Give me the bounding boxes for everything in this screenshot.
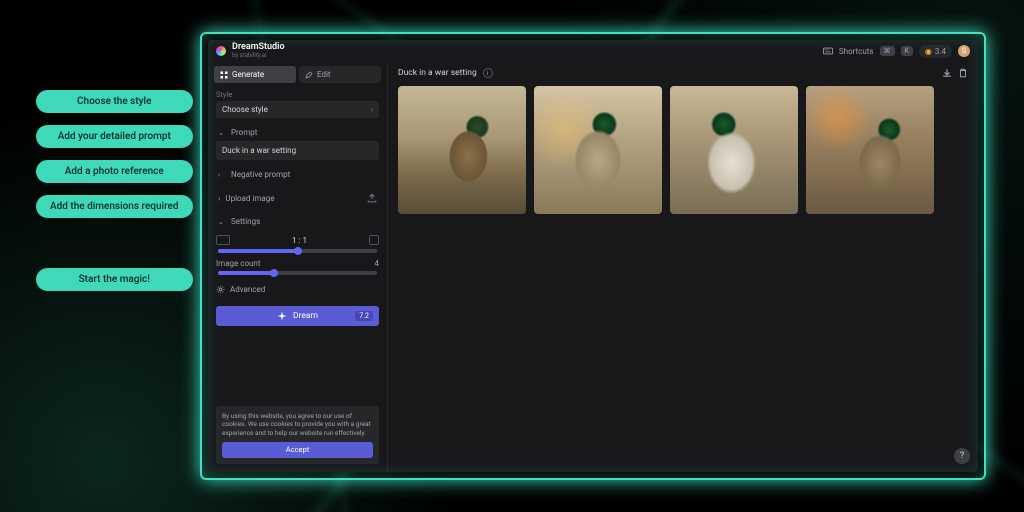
upload-icon[interactable] [367, 193, 377, 203]
chevron-down-icon: ⌄ [218, 218, 226, 226]
generated-image[interactable] [670, 86, 798, 214]
credits-value: 3.4 [935, 47, 946, 56]
callout-start: Start the magic! [36, 268, 193, 291]
callout-dimensions: Add the dimensions required [36, 195, 193, 218]
chevron-right-icon: › [218, 194, 220, 203]
settings-label: Settings [231, 217, 260, 226]
ratio-value: 1 : 1 [236, 236, 363, 245]
edit-icon [305, 71, 313, 79]
cookie-accept-button[interactable]: Accept [222, 442, 373, 458]
generated-image[interactable] [806, 86, 934, 214]
chevron-right-icon: › [218, 171, 226, 179]
image-count-slider[interactable] [218, 271, 377, 275]
shortcut-key: K [901, 46, 913, 56]
image-count-row: Image count 4 [216, 259, 379, 268]
cookie-banner: By using this website, you agree to our … [216, 406, 379, 464]
negative-section: › Negative prompt [208, 163, 387, 186]
content-header: Duck in a war setting i [398, 68, 968, 78]
result-prompt-title: Duck in a war setting [398, 68, 477, 78]
style-value: Choose style [222, 105, 268, 114]
content-area: Duck in a war setting i ? [388, 62, 978, 472]
ratio-square-icon[interactable] [369, 235, 379, 245]
logo-icon [216, 46, 226, 56]
slider-thumb[interactable] [270, 269, 278, 277]
tab-edit-label: Edit [317, 70, 331, 79]
slider-thumb[interactable] [294, 247, 302, 255]
image-count-label: Image count [216, 259, 260, 268]
tutorial-callouts: Choose the style Add your detailed promp… [36, 90, 193, 291]
grid-icon [220, 71, 228, 79]
aspect-ratio-row: 1 : 1 [216, 235, 379, 245]
settings-body: 1 : 1 Image count 4 [208, 233, 387, 302]
generated-image[interactable] [398, 86, 526, 214]
callout-prompt: Add your detailed prompt [36, 125, 193, 148]
sparkle-icon [277, 311, 287, 321]
settings-section: ⌄ Settings [208, 210, 387, 233]
mode-tabs: Generate Edit [208, 62, 387, 87]
callout-reference: Add a photo reference [36, 160, 193, 183]
brand-byline: by stability.ai [232, 53, 285, 60]
avatar[interactable]: S [958, 45, 970, 57]
prompt-section: ⌄ Prompt Duck in a war setting [208, 121, 387, 163]
shortcut-modifier: ⌘ [880, 46, 895, 56]
download-icon[interactable] [942, 68, 952, 78]
app-window: DreamStudio by stability.ai Shortcuts ⌘ … [208, 40, 978, 472]
info-icon[interactable]: i [483, 68, 493, 78]
prompt-input[interactable]: Duck in a war setting [216, 141, 379, 160]
upload-row[interactable]: › Upload image [216, 189, 379, 207]
settings-header[interactable]: ⌄ Settings [216, 213, 379, 230]
style-section: Style Choose style › [208, 87, 387, 121]
keyboard-icon [823, 47, 833, 55]
style-selector[interactable]: Choose style › [216, 101, 379, 118]
help-button[interactable]: ? [954, 448, 970, 464]
top-bar: DreamStudio by stability.ai Shortcuts ⌘ … [208, 40, 978, 62]
tab-edit[interactable]: Edit [299, 66, 381, 83]
negative-header[interactable]: › Negative prompt [216, 166, 379, 183]
tab-generate[interactable]: Generate [214, 66, 296, 83]
gear-icon [216, 285, 225, 294]
chevron-right-icon: › [371, 105, 373, 114]
shortcuts-label[interactable]: Shortcuts [839, 47, 874, 56]
ratio-wide-icon[interactable] [216, 235, 230, 245]
upload-section: › Upload image [208, 186, 387, 210]
credits-pill[interactable]: ◉ 3.4 [919, 45, 952, 58]
cookie-text: By using this website, you agree to our … [222, 412, 373, 437]
image-grid [398, 86, 968, 214]
advanced-header[interactable]: Advanced [216, 281, 379, 298]
chevron-down-icon: ⌄ [218, 129, 226, 137]
image-count-value: 4 [375, 259, 380, 268]
generated-image[interactable] [534, 86, 662, 214]
negative-label: Negative prompt [231, 170, 290, 179]
ratio-slider[interactable] [218, 249, 377, 253]
brand-block: DreamStudio by stability.ai [232, 43, 285, 59]
callout-style: Choose the style [36, 90, 193, 113]
dream-cost: 7.2 [355, 311, 373, 321]
advanced-label: Advanced [230, 285, 265, 294]
topbar-right: Shortcuts ⌘ K ◉ 3.4 S [823, 45, 970, 58]
prompt-header[interactable]: ⌄ Prompt [216, 124, 379, 141]
trash-icon[interactable] [958, 68, 968, 78]
sidebar: Generate Edit Style Choose style › [208, 62, 388, 472]
style-label: Style [216, 90, 379, 99]
upload-label: Upload image [225, 194, 274, 203]
tab-generate-label: Generate [232, 70, 264, 79]
coin-icon: ◉ [925, 47, 932, 56]
prompt-label: Prompt [231, 128, 257, 137]
dream-button[interactable]: Dream 7.2 [216, 306, 379, 326]
dream-label: Dream [293, 311, 318, 321]
